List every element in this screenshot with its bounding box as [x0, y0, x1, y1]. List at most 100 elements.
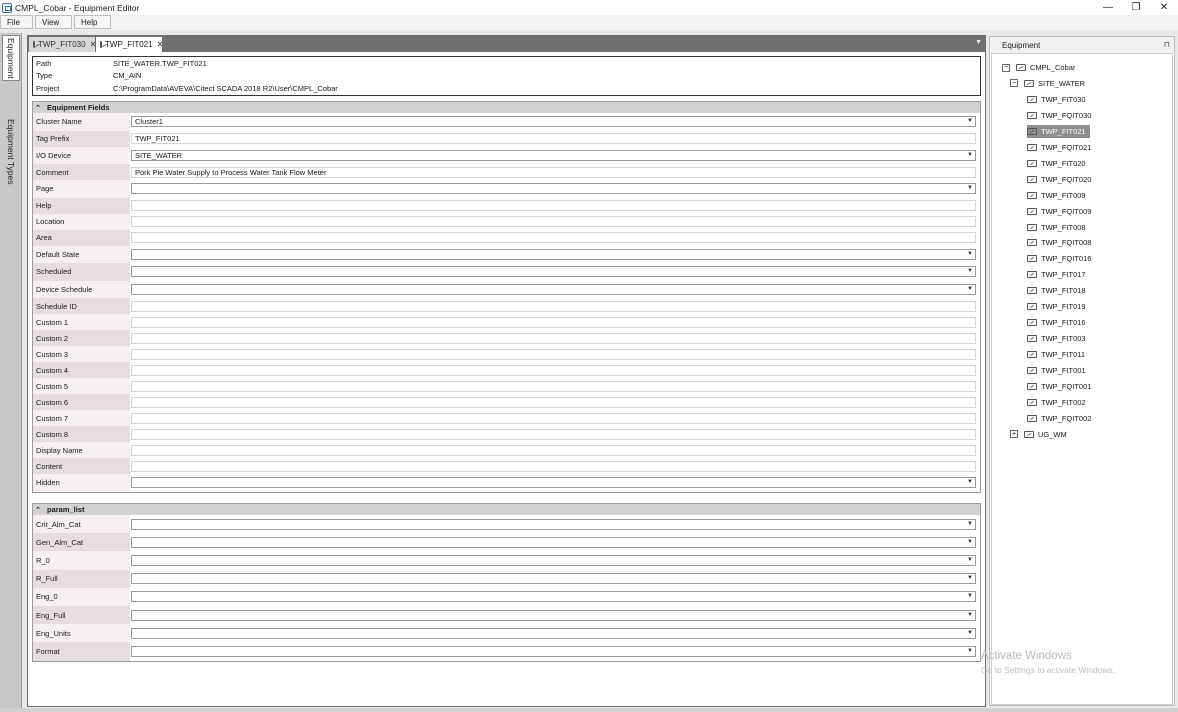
field-input[interactable] [131, 332, 976, 344]
dropdown-arrow-icon[interactable]: ▼ [967, 521, 973, 527]
dropdown-arrow-icon[interactable]: ▼ [967, 185, 973, 191]
field-label: Custom 8 [33, 426, 130, 442]
tree-node[interactable]: − CMPL_Cobar [1002, 61, 1075, 74]
tree-node-label: TWP_FQIT002 [1041, 413, 1092, 423]
dropdown-arrow-icon[interactable]: ▼ [967, 479, 973, 485]
field-dropdown[interactable]: Cluster1 ▼ [131, 116, 976, 128]
tab-twp-fit021[interactable]: TWP_FIT021 ✕ [96, 37, 164, 52]
close-tab-icon[interactable]: ✕ [157, 40, 164, 49]
field-dropdown[interactable]: ▼ [131, 477, 976, 489]
dropdown-arrow-icon[interactable]: ▼ [967, 152, 973, 158]
tree-node[interactable]: TWP_FIT016 [1027, 316, 1086, 329]
tree-node[interactable]: TWP_FIT020 [1027, 157, 1086, 170]
minimize-button[interactable]: — [1094, 0, 1122, 14]
tree-node[interactable]: + UG_WM [1010, 428, 1067, 441]
field-dropdown[interactable]: ▼ [131, 536, 976, 548]
restore-button[interactable]: ❐ [1122, 0, 1150, 14]
field-input[interactable] [131, 380, 976, 392]
section-header[interactable]: ⌃ param_list [33, 504, 980, 515]
field-value: Cluster1 [135, 117, 163, 127]
close-window-button[interactable]: ✕ [1150, 0, 1178, 14]
field-input[interactable] [131, 316, 976, 328]
tree-node[interactable]: TWP_FQIT009 [1027, 205, 1091, 218]
field-input[interactable] [131, 348, 976, 360]
expand-icon[interactable]: + [1010, 430, 1018, 439]
tree-node-label: TWP_FIT003 [1041, 334, 1086, 344]
tree-node[interactable]: TWP_FQIT016 [1027, 252, 1091, 265]
section-header[interactable]: ⌃ Equipment Fields [33, 102, 980, 113]
collapse-icon[interactable]: − [1010, 79, 1018, 88]
field-input[interactable] [131, 396, 976, 408]
menu-view[interactable]: View [35, 15, 72, 29]
field-dropdown[interactable]: ▼ [131, 609, 976, 621]
field-input[interactable] [131, 232, 976, 243]
tree-node[interactable]: TWP_FIT030 [1027, 93, 1086, 106]
tree-node[interactable]: TWP_FIT003 [1027, 332, 1086, 345]
field-dropdown[interactable]: ▼ [131, 591, 976, 603]
field-input[interactable] [131, 444, 976, 456]
project-label: Project [36, 83, 60, 93]
field-dropdown[interactable]: SITE_WATER ▼ [131, 149, 976, 161]
collapse-icon[interactable]: − [1002, 63, 1010, 72]
field-input[interactable] [131, 300, 976, 312]
collapse-chevron-icon[interactable]: ⌃ [33, 506, 43, 514]
tree-node[interactable]: − SITE_WATER [1010, 77, 1085, 90]
dropdown-arrow-icon[interactable]: ▼ [967, 118, 973, 124]
tree-node[interactable]: TWP_FQIT008 [1027, 236, 1091, 249]
tree-node[interactable]: TWP_FQIT002 [1027, 412, 1091, 425]
dropdown-arrow-icon[interactable]: ▼ [967, 539, 973, 545]
tree-node[interactable]: TWP_FIT018 [1027, 284, 1086, 297]
field-dropdown[interactable]: ▼ [131, 283, 976, 295]
tree-node-label: TWP_FQIT008 [1041, 238, 1092, 248]
tree-node[interactable]: TWP_FIT008 [1027, 221, 1086, 234]
field-dropdown[interactable]: ▼ [131, 645, 976, 657]
pin-icon[interactable]: ⊓ [1164, 40, 1170, 49]
field-dropdown[interactable]: ▼ [131, 554, 976, 566]
field-row: Comment Pork Pie Water Supply to Process … [33, 164, 980, 180]
tab-twp-fit030[interactable]: TWP_FIT030 ✕ [29, 37, 96, 52]
side-tab-equipment[interactable]: Equipment [2, 35, 20, 81]
menu-help[interactable]: Help [74, 15, 111, 29]
dropdown-arrow-icon[interactable]: ▼ [967, 286, 973, 292]
tree-node[interactable]: TWP_FIT017 [1027, 268, 1086, 281]
tree-node[interactable]: TWP_FIT019 [1027, 300, 1086, 313]
tree-node[interactable]: TWP_FIT002 [1027, 396, 1086, 409]
tree-node[interactable]: TWP_FIT011 [1027, 348, 1085, 361]
field-input[interactable] [131, 216, 976, 227]
field-input[interactable]: TWP_FIT021 [131, 133, 976, 144]
dropdown-arrow-icon[interactable]: ▼ [967, 268, 973, 274]
field-dropdown[interactable]: ▼ [131, 573, 976, 585]
field-input[interactable]: Pork Pie Water Supply to Process Water T… [131, 166, 976, 178]
dropdown-arrow-icon[interactable]: ▼ [967, 575, 973, 581]
tree-node[interactable]: TWP_FQIT030 [1027, 109, 1091, 122]
field-input[interactable] [131, 412, 976, 424]
field-input[interactable] [131, 460, 976, 472]
field-label: Page [33, 180, 130, 198]
field-dropdown[interactable]: ▼ [131, 627, 976, 639]
tab-list-dropdown-icon[interactable]: ▼ [975, 39, 982, 46]
field-row: I/O Device SITE_WATER ▼ [33, 146, 980, 164]
field-input[interactable] [131, 428, 976, 440]
field-input[interactable] [131, 200, 976, 211]
tree-node[interactable]: TWP_FQIT001 [1027, 380, 1091, 393]
tree-node[interactable]: TWP_FQIT021 [1027, 141, 1091, 154]
dropdown-arrow-icon[interactable]: ▼ [967, 630, 973, 636]
field-dropdown[interactable]: ▼ [131, 248, 976, 260]
dropdown-arrow-icon[interactable]: ▼ [967, 612, 973, 618]
dropdown-arrow-icon[interactable]: ▼ [967, 593, 973, 599]
side-tab-equipment-types[interactable]: Equipment Types [2, 115, 20, 189]
tree-node[interactable]: TWP_FIT001 [1027, 364, 1086, 377]
menu-file[interactable]: File [0, 15, 33, 29]
tree-node[interactable]: TWP_FIT021 [1027, 124, 1090, 138]
field-input[interactable] [131, 364, 976, 376]
tree-node[interactable]: TWP_FIT009 [1027, 189, 1086, 202]
collapse-chevron-icon[interactable]: ⌃ [33, 104, 43, 112]
dropdown-arrow-icon[interactable]: ▼ [967, 648, 973, 654]
dropdown-arrow-icon[interactable]: ▼ [967, 557, 973, 563]
tree-node[interactable]: TWP_FQIT020 [1027, 173, 1091, 186]
dropdown-arrow-icon[interactable]: ▼ [967, 251, 973, 257]
field-dropdown[interactable]: ▼ [131, 266, 976, 278]
field-dropdown[interactable]: ▼ [131, 518, 976, 530]
field-row: Schedule ID [33, 298, 980, 314]
field-dropdown[interactable]: ▼ [131, 183, 976, 195]
